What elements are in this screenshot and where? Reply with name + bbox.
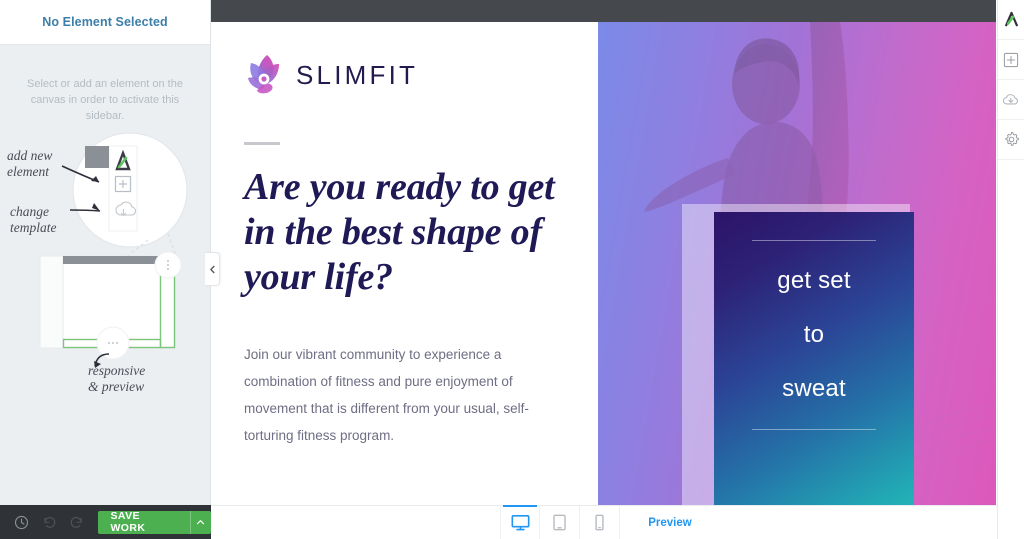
svg-text:responsive: responsive <box>88 363 145 378</box>
svg-text:template: template <box>10 220 57 235</box>
site-logo[interactable]: SLIMFIT <box>244 44 568 106</box>
onboarding-sketch: add new element change template responsi… <box>0 128 210 408</box>
chevron-up-icon[interactable] <box>189 510 212 534</box>
card-line-2: to <box>803 321 825 348</box>
svg-text:change: change <box>10 204 49 219</box>
card-line-1: get set <box>777 267 851 294</box>
svg-text:add new: add new <box>7 148 52 163</box>
right-icon-rail <box>997 0 1024 539</box>
card-line-3: sweat <box>782 375 846 402</box>
bottom-left-toolbar: SAVE WORK <box>0 505 211 539</box>
headline-rule <box>244 142 280 145</box>
plus-square-icon[interactable] <box>998 40 1024 80</box>
monitor-icon[interactable] <box>500 505 541 539</box>
cloud-download-icon[interactable] <box>998 80 1024 120</box>
card-divider-top <box>752 240 876 241</box>
site-logo-text: SLIMFIT <box>296 59 419 90</box>
hero-card[interactable]: get set to sweat <box>714 212 914 505</box>
bottom-toolbar: Preview <box>211 505 997 539</box>
redo-icon[interactable] <box>63 508 91 536</box>
save-work-label: SAVE WORK <box>110 510 146 534</box>
phone-icon[interactable] <box>580 506 621 539</box>
sidebar-collapse-handle[interactable] <box>205 252 220 286</box>
flower-petal-logo-icon <box>244 51 288 99</box>
canvas-area[interactable]: SLIMFIT Are you ready to get in the best… <box>211 0 996 505</box>
svg-text:& preview: & preview <box>88 379 144 394</box>
hero-image-block[interactable]: get set to sweat <box>598 22 996 505</box>
svg-text:element: element <box>7 164 50 179</box>
undo-icon[interactable] <box>36 508 64 536</box>
hero-paragraph: Join our vibrant community to experience… <box>244 347 529 444</box>
tablet-icon[interactable] <box>540 506 581 539</box>
preview-button[interactable]: Preview <box>632 510 708 535</box>
gear-icon[interactable] <box>998 120 1024 160</box>
device-preview-group <box>500 505 621 539</box>
website-page-preview[interactable]: SLIMFIT Are you ready to get in the best… <box>211 22 996 505</box>
page-title: No Element Selected <box>42 15 168 29</box>
clock-icon[interactable] <box>8 508 36 536</box>
left-sidebar: No Element Selected Select or add an ele… <box>0 0 211 505</box>
hero-headline: Are you ready to get in the best shape o… <box>244 166 555 298</box>
sidebar-hint-text: Select or add an element on the canvas i… <box>27 78 183 122</box>
save-work-button[interactable]: SAVE WORK <box>97 510 212 534</box>
sidebar-header: No Element Selected <box>0 0 210 45</box>
page-left-column: SLIMFIT Are you ready to get in the best… <box>211 22 598 505</box>
app-root: No Element Selected Select or add an ele… <box>0 0 1024 539</box>
app-logo-icon[interactable] <box>998 0 1024 40</box>
card-divider-bottom <box>752 429 876 430</box>
canvas-topbar <box>211 0 996 22</box>
